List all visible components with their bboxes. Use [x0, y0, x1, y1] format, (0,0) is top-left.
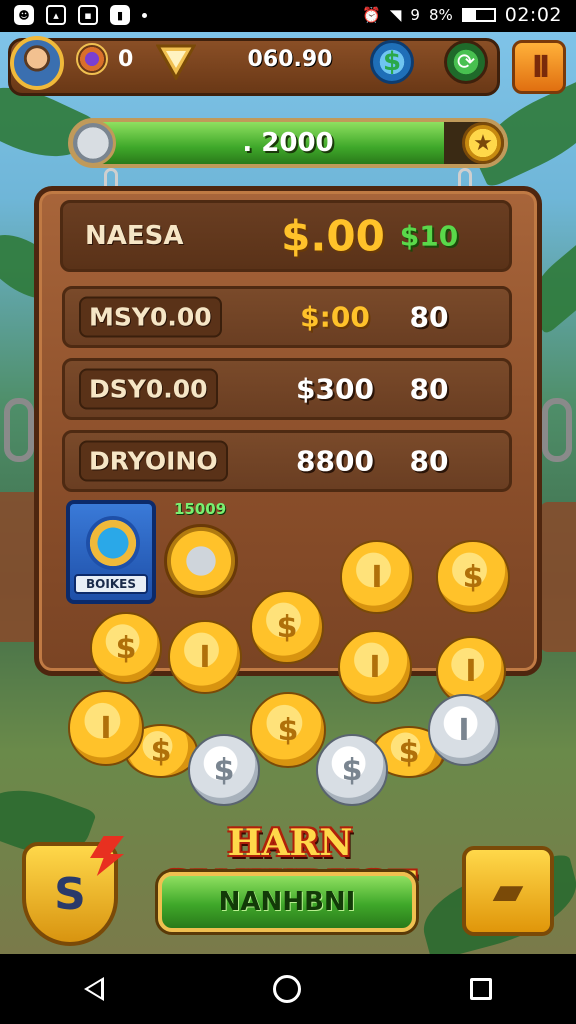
status-bar: ☻ ▴ ▪ ▮ ⏰ ◥ 9 8% 02:02: [0, 0, 576, 32]
boost-card[interactable]: BOIKES: [66, 500, 156, 604]
gem-count: 0: [118, 47, 134, 72]
boost-card-label: BOIKES: [74, 574, 148, 594]
gear-emblem-icon: [86, 516, 140, 570]
main-action-button[interactable]: NANHBNI: [158, 872, 416, 932]
player-avatar[interactable]: [10, 36, 64, 90]
image-icon: ▴: [46, 5, 66, 25]
coin[interactable]: $: [436, 540, 510, 614]
dollar-icon[interactable]: $: [370, 40, 414, 84]
coin[interactable]: $: [90, 612, 162, 684]
battery-text: 8%: [428, 6, 453, 24]
pause-button[interactable]: II: [512, 40, 566, 94]
header-count: $10: [399, 219, 459, 253]
scroll-icon-button[interactable]: ▰: [462, 846, 554, 936]
coin[interactable]: I: [340, 540, 414, 614]
square-icon: ▪: [78, 5, 98, 25]
progress-label: . 2000: [242, 128, 334, 158]
board-header-row: NAESA $.00 $10: [60, 200, 512, 272]
row-count: 80: [409, 444, 449, 478]
refresh-icon[interactable]: ⟳: [444, 40, 488, 84]
recents-icon[interactable]: [469, 978, 492, 1000]
notification-icon: ▮: [110, 5, 130, 25]
coin[interactable]: $: [250, 692, 326, 768]
robot-coin-icon[interactable]: [164, 524, 238, 598]
score-display: 060.90: [247, 47, 333, 72]
hut: [540, 502, 576, 652]
board-row[interactable]: DSY0.00 $300 80: [62, 358, 512, 420]
coin[interactable]: $: [250, 590, 324, 664]
star-icon[interactable]: ★: [462, 122, 504, 164]
helmet-icon: [70, 120, 116, 166]
silver-coin[interactable]: $: [316, 734, 388, 806]
coin[interactable]: I: [338, 630, 412, 704]
wifi-icon: ◥: [389, 6, 402, 24]
row-name: DRYOINO: [79, 440, 228, 482]
battery-icon: [461, 8, 496, 22]
board-handle-right: [542, 398, 572, 462]
dot-icon: [142, 12, 147, 18]
silver-coin[interactable]: $: [188, 734, 260, 806]
android-nav-bar: [0, 954, 576, 1024]
gem-icon: [76, 43, 108, 75]
app-icon: ☻: [14, 5, 34, 25]
progress-bar: . 2000: [68, 118, 508, 168]
bot-value-label: 15009: [174, 500, 227, 518]
row-count: 80: [409, 372, 449, 406]
coin[interactable]: I: [68, 690, 144, 766]
board-handle-left: [4, 398, 34, 462]
row-name: MSY0.00: [79, 296, 222, 338]
clock: 02:02: [504, 4, 562, 26]
back-icon[interactable]: [84, 977, 105, 1001]
shield-badge-icon: [156, 44, 196, 80]
board-row[interactable]: DRYOINO 8800 80: [62, 430, 512, 492]
row-name: DSY0.00: [79, 368, 218, 410]
silver-coin[interactable]: I: [428, 694, 500, 766]
coin[interactable]: I: [168, 620, 242, 694]
home-icon[interactable]: [272, 975, 301, 1003]
alarm-icon: ⏰: [362, 6, 381, 24]
header-name: NAESA: [85, 221, 184, 251]
board-row[interactable]: MSY0.00 $:00 80: [62, 286, 512, 348]
signal-text: 9: [410, 6, 420, 24]
row-count: 80: [409, 300, 449, 334]
